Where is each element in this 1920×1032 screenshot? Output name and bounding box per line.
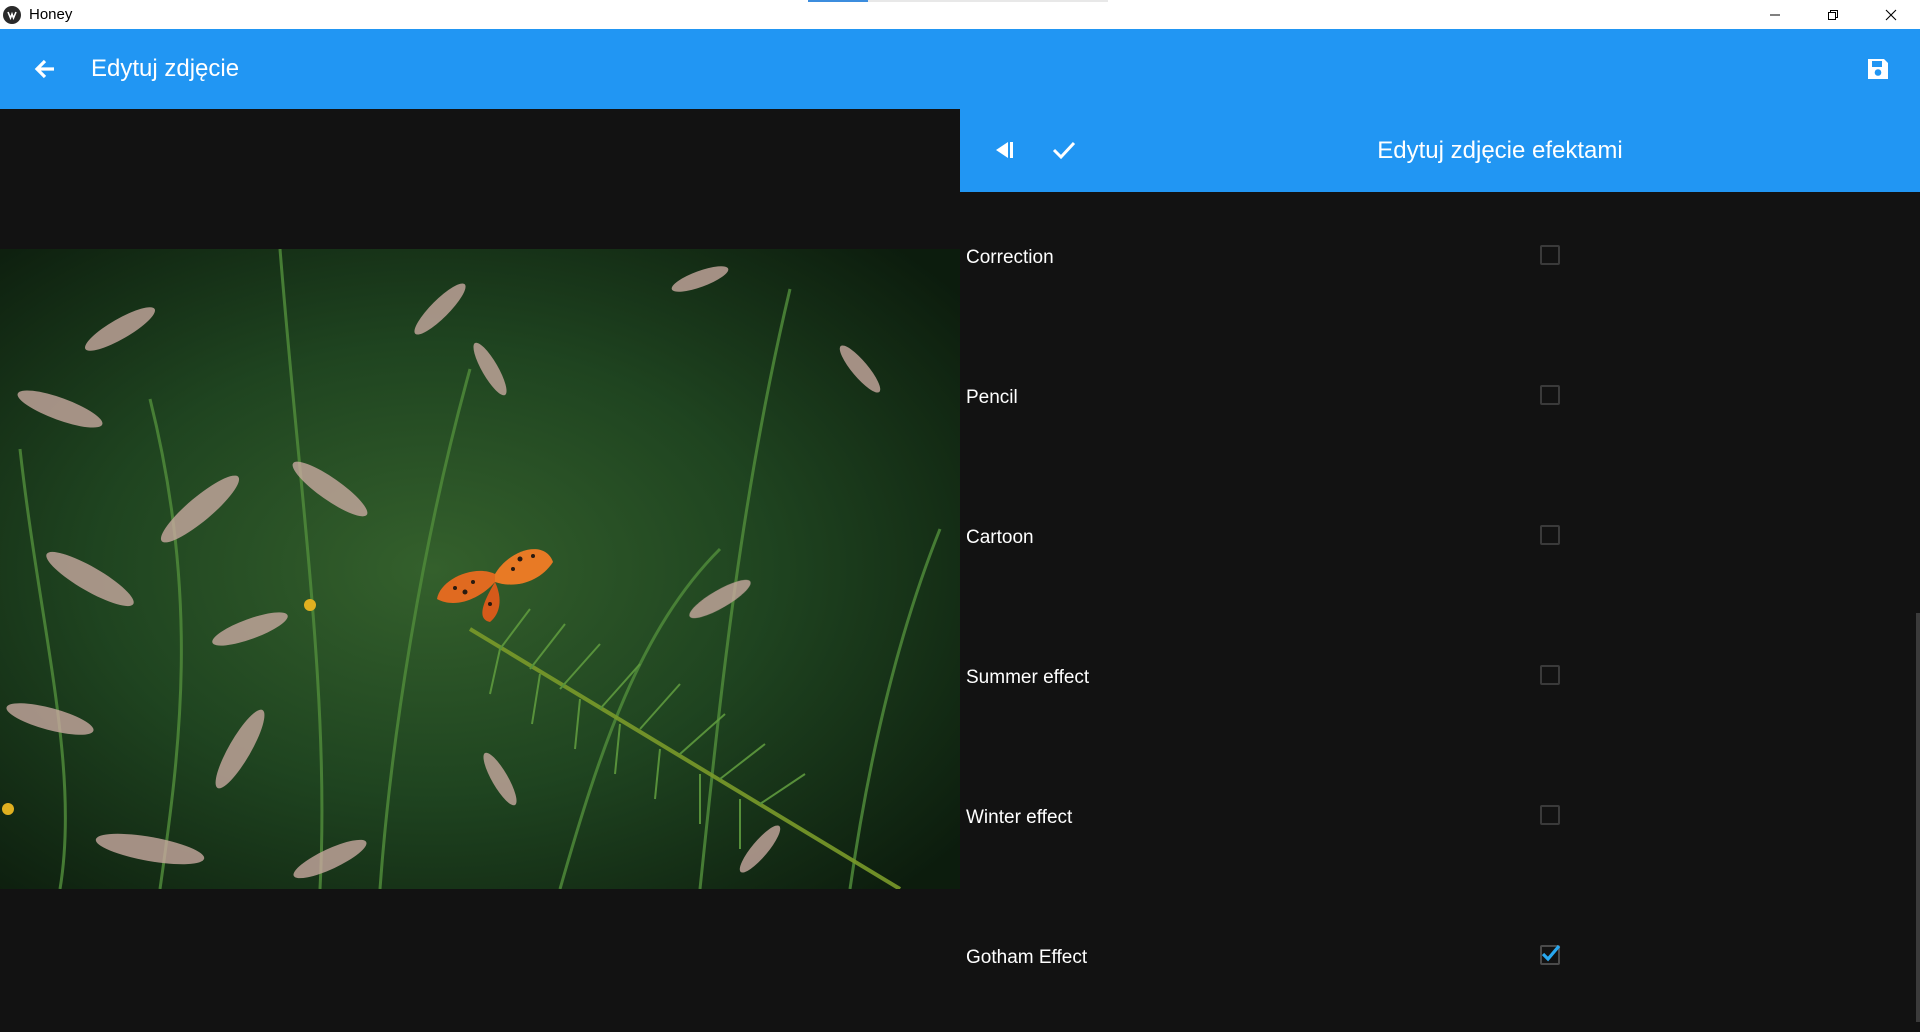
app-bar: Edytuj zdjęcie xyxy=(0,29,1920,109)
effect-checkbox[interactable] xyxy=(1540,385,1560,405)
effects-panel: Edytuj zdjęcie efektami Correction Penci… xyxy=(960,109,1920,1022)
minimize-button[interactable] xyxy=(1746,0,1804,29)
photo-preview[interactable] xyxy=(0,249,960,889)
effect-label: Correction xyxy=(966,247,1054,268)
effect-checkbox[interactable] xyxy=(1540,665,1560,685)
effect-row-summer[interactable]: Summer effect xyxy=(960,612,1920,752)
effect-label: Summer effect xyxy=(966,667,1090,688)
window-title: Honey xyxy=(29,6,73,23)
collapse-panel-button[interactable] xyxy=(982,128,1026,172)
effect-row-pencil[interactable]: Pencil xyxy=(960,332,1920,472)
floppy-save-icon xyxy=(1868,59,1888,79)
back-button[interactable] xyxy=(23,47,67,91)
effects-scrollbar[interactable] xyxy=(1916,613,1920,1022)
effects-list: Correction Pencil Cartoon Summer effect … xyxy=(960,192,1920,1032)
minimize-icon xyxy=(1770,14,1780,15)
effect-checkbox[interactable] xyxy=(1540,525,1560,545)
effect-checkbox-checked[interactable] xyxy=(1540,944,1561,965)
restore-icon xyxy=(1828,9,1838,20)
checkbox-check-icon xyxy=(1541,944,1561,962)
effects-title: Edytuj zdjęcie efektami xyxy=(1377,136,1623,164)
effect-label: Cartoon xyxy=(966,527,1034,548)
effect-checkbox[interactable] xyxy=(1540,805,1560,825)
close-icon xyxy=(1885,9,1897,20)
arrow-left-icon xyxy=(34,59,54,79)
effects-header: Edytuj zdjęcie efektami xyxy=(960,109,1920,192)
effect-row-gotham[interactable]: Gotham Effect xyxy=(960,892,1920,1032)
close-button[interactable] xyxy=(1862,0,1920,29)
effect-label: Pencil xyxy=(966,387,1018,408)
page-title: Edytuj zdjęcie xyxy=(91,55,240,82)
window-titlebar: Honey xyxy=(0,0,1920,29)
save-button[interactable] xyxy=(1856,47,1900,91)
effect-row-cartoon[interactable]: Cartoon xyxy=(960,472,1920,612)
image-preview-pane xyxy=(0,109,960,1022)
effect-row-correction[interactable]: Correction xyxy=(960,192,1920,332)
effect-label: Winter effect xyxy=(966,807,1073,828)
collapse-panel-icon xyxy=(996,142,1013,158)
apply-button[interactable] xyxy=(1042,128,1086,172)
title-tab-indicator xyxy=(808,0,1108,2)
checkmark-icon xyxy=(1052,141,1076,160)
restore-button[interactable] xyxy=(1804,0,1862,29)
effect-row-winter[interactable]: Winter effect xyxy=(960,752,1920,892)
effect-checkbox[interactable] xyxy=(1540,245,1560,265)
effect-label: Gotham Effect xyxy=(966,947,1088,968)
app-logo-icon xyxy=(3,5,21,24)
